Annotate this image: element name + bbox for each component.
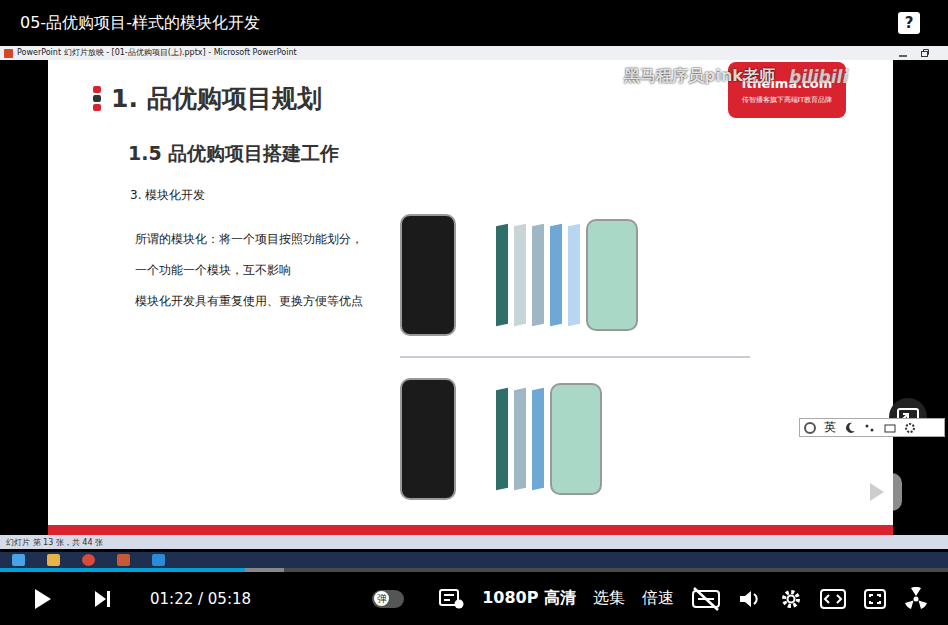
powerpoint-title: PowerPoint 幻灯片放映 - [01-品优购项目(上).pptx] - … [17,46,297,60]
powerpoint-status-bar: 幻灯片 第 13 张，共 44 张 [0,535,948,549]
slide: 1. 品优购项目规划 1.5 品优购项目搭建工作 3. 模块化开发所谓的模块化：将一… [48,60,893,535]
slide-counter: 幻灯片 第 13 张，共 44 张 [6,537,103,548]
powerpoint-icon [4,49,13,58]
next-icon[interactable] [92,589,112,609]
subtitle-off-icon[interactable] [691,587,721,611]
bullet-icon [93,86,101,111]
danmaku-toggle[interactable]: 弹 [372,590,404,608]
ime-toolbar[interactable]: 英 [799,418,945,437]
slide-paragraph: 一个功能一个模块，互不影响 [135,255,400,286]
ime-language[interactable]: 英 [824,419,836,436]
black-border [893,60,948,535]
powerpoint-icon[interactable] [117,554,130,566]
progress-bar[interactable] [0,568,948,572]
quality-button[interactable]: 1080P 高清 [482,588,576,609]
slide-item: 3. 模块化开发 [130,187,400,204]
video-frame[interactable]: 1. 品优购项目规划 1.5 品优购项目搭建工作 3. 模块化开发所谓的模块化：将一… [0,60,948,535]
danmaku-settings-icon[interactable] [439,588,465,610]
help-button[interactable]: ? [898,12,920,34]
taskbar [0,552,948,568]
title-bar: 05-品优购项目-样式的模块化开发? [0,0,948,46]
powerpoint-titlebar: PowerPoint 幻灯片放映 - [01-品优购项目(上).pptx] - … [0,46,948,60]
ime-logo-icon [804,422,816,434]
display-diagram-image [400,200,750,525]
player-text-button[interactable]: 选集 [593,588,625,609]
gear-icon[interactable] [904,422,916,434]
chrome-icon[interactable] [82,554,95,566]
punctuation-icon[interactable] [864,422,876,434]
settings-gear-icon[interactable] [779,587,803,611]
minimize-icon[interactable] [898,48,908,58]
keyboard-icon[interactable] [884,422,896,434]
player-controls: 01:22 / 05:18 弹 1080P 高清选集倍速 [0,572,948,625]
window-buttons [898,48,940,58]
play-icon[interactable] [30,587,54,611]
slide-paragraph: 所谓的模块化：将一个项目按照功能划分， [135,224,400,255]
black-border [0,60,48,535]
itheima-logo: itheima.com传智播客旗下高端IT教育品牌 [728,62,846,118]
time-display: 01:22 / 05:18 [150,590,251,608]
windows-icon[interactable] [12,554,25,566]
widescreen-icon[interactable] [820,588,846,610]
folder-icon[interactable] [47,554,60,566]
player-text-button[interactable]: 倍速 [642,588,674,609]
watermark: 黑马程序员pink老师bilibili [624,66,848,87]
restore-icon[interactable] [920,48,930,58]
oled-image [400,364,750,514]
vscode-icon[interactable] [152,554,165,566]
slide-heading: 1. 品优购项目规划 [93,82,400,115]
video-title: 05-品优购项目-样式的模块化开发 [20,13,260,34]
slide-paragraph: 模块化开发具有重复使用、更换方便等优点 [135,286,400,317]
video-player: 05-品优购项目-样式的模块化开发?PowerPoint 幻灯片放映 - [01… [0,0,948,625]
bilibili-tv-icon [848,465,904,517]
slide-footer-bar [48,525,893,535]
lcd-image [400,200,750,350]
moon-icon[interactable] [844,422,856,434]
volume-icon[interactable] [738,587,762,611]
webpage-fullscreen-icon[interactable] [863,587,887,611]
slide-subheading: 1.5 品优购项目搭建工作 [128,141,400,167]
fullscreen-icon[interactable] [904,587,928,611]
